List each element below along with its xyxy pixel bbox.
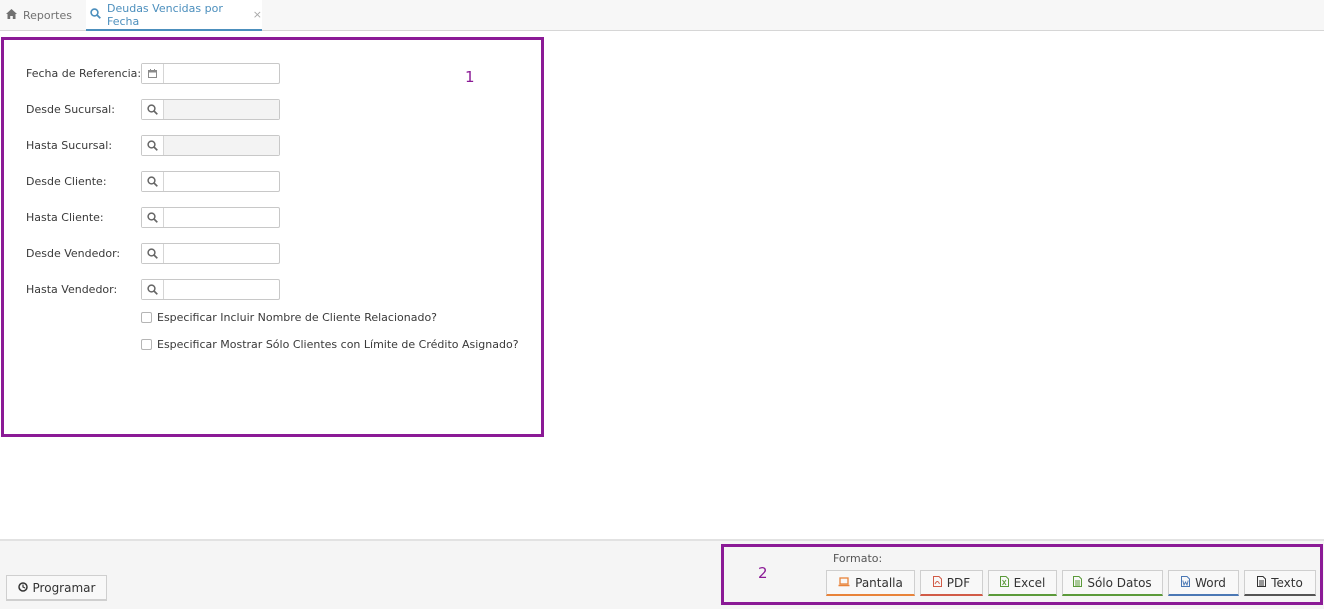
field-label: Fecha de Referencia: (26, 67, 142, 80)
formato-label: Formato: (833, 552, 883, 565)
field-label: Hasta Sucursal: (26, 139, 113, 152)
word-button[interactable]: Word (1168, 570, 1239, 596)
tab-deudas-vencidas[interactable]: Deudas Vencidas por Fecha × (86, 0, 262, 31)
field-label: Desde Cliente: (26, 175, 107, 188)
checkbox-row-incluir-nombre: Especificar Incluir Nombre de Cliente Re… (141, 311, 437, 324)
incluir-nombre-checkbox[interactable] (141, 312, 152, 323)
annotation-box-1 (1, 37, 544, 437)
search-icon[interactable] (142, 100, 164, 119)
hasta-vendedor-field (141, 279, 280, 300)
checkbox-label: Especificar Mostrar Sólo Clientes con Lí… (157, 338, 519, 351)
fecha-referencia-input[interactable] (164, 64, 279, 83)
tab-reportes[interactable]: Reportes (6, 0, 72, 31)
annotation-label-2: 2 (758, 564, 768, 582)
field-row-desde-sucursal: Desde Sucursal: (26, 99, 286, 120)
file-excel-icon (999, 575, 1009, 590)
desde-vendedor-input[interactable] (164, 244, 279, 263)
desde-cliente-input[interactable] (164, 172, 279, 191)
search-icon[interactable] (142, 172, 164, 191)
field-row-hasta-vendedor: Hasta Vendedor: (26, 279, 286, 300)
field-label: Hasta Vendedor: (26, 283, 118, 296)
button-label: Programar (32, 580, 96, 595)
solo-datos-button[interactable]: Sólo Datos (1062, 570, 1163, 596)
desde-cliente-field (141, 171, 280, 192)
fecha-referencia-field (141, 63, 280, 84)
excel-button[interactable]: Excel (988, 570, 1057, 596)
laptop-icon (838, 576, 850, 590)
field-row-desde-cliente: Desde Cliente: (26, 171, 286, 192)
desde-sucursal-input[interactable] (164, 100, 279, 119)
search-icon[interactable] (142, 280, 164, 299)
button-label: Excel (1013, 575, 1046, 590)
file-text-icon (1073, 575, 1083, 590)
hasta-cliente-field (141, 207, 280, 228)
field-label: Desde Vendedor: (26, 247, 121, 260)
pdf-button[interactable]: PDF (920, 570, 983, 596)
field-row-hasta-sucursal: Hasta Sucursal: (26, 135, 286, 156)
tab-bar: Reportes Deudas Vencidas por Fecha × (0, 0, 1324, 31)
hasta-sucursal-input[interactable] (164, 136, 279, 155)
file-word-icon (1181, 575, 1191, 590)
button-label: Texto (1271, 575, 1303, 590)
search-icon[interactable] (142, 244, 164, 263)
button-label: Sólo Datos (1087, 575, 1152, 590)
tab-label: Deudas Vencidas por Fecha (107, 1, 223, 28)
field-row-hasta-cliente: Hasta Cliente: (26, 207, 286, 228)
button-label: Word (1195, 575, 1226, 590)
hasta-cliente-input[interactable] (164, 208, 279, 227)
field-label: Desde Sucursal: (26, 103, 115, 116)
pantalla-button[interactable]: Pantalla (826, 570, 915, 596)
home-icon (6, 9, 17, 22)
field-row-fecha-referencia: Fecha de Referencia: (26, 63, 286, 84)
button-label: Pantalla (855, 575, 903, 590)
field-label: Hasta Cliente: (26, 211, 104, 224)
desde-vendedor-field (141, 243, 280, 264)
field-row-desde-vendedor: Desde Vendedor: (26, 243, 286, 264)
close-icon[interactable]: × (253, 8, 262, 21)
checkbox-label: Especificar Incluir Nombre de Cliente Re… (157, 311, 438, 324)
hasta-sucursal-field (141, 135, 280, 156)
desde-sucursal-field (141, 99, 280, 120)
checkbox-row-limite-credito: Especificar Mostrar Sólo Clientes con Lí… (141, 338, 519, 351)
limite-credito-checkbox[interactable] (141, 339, 152, 350)
texto-button[interactable]: Texto (1244, 570, 1316, 596)
tab-label: Reportes (23, 9, 72, 22)
clock-icon (17, 581, 28, 595)
annotation-label-1: 1 (465, 68, 475, 86)
hasta-vendedor-input[interactable] (164, 280, 279, 299)
file-pdf-icon (932, 575, 942, 590)
search-icon[interactable] (142, 136, 164, 155)
search-icon (90, 7, 101, 22)
file-text-icon (1257, 575, 1267, 590)
programar-button[interactable]: Programar (6, 575, 107, 601)
calendar-icon[interactable] (142, 64, 164, 83)
search-icon[interactable] (142, 208, 164, 227)
button-label: PDF (946, 575, 971, 590)
